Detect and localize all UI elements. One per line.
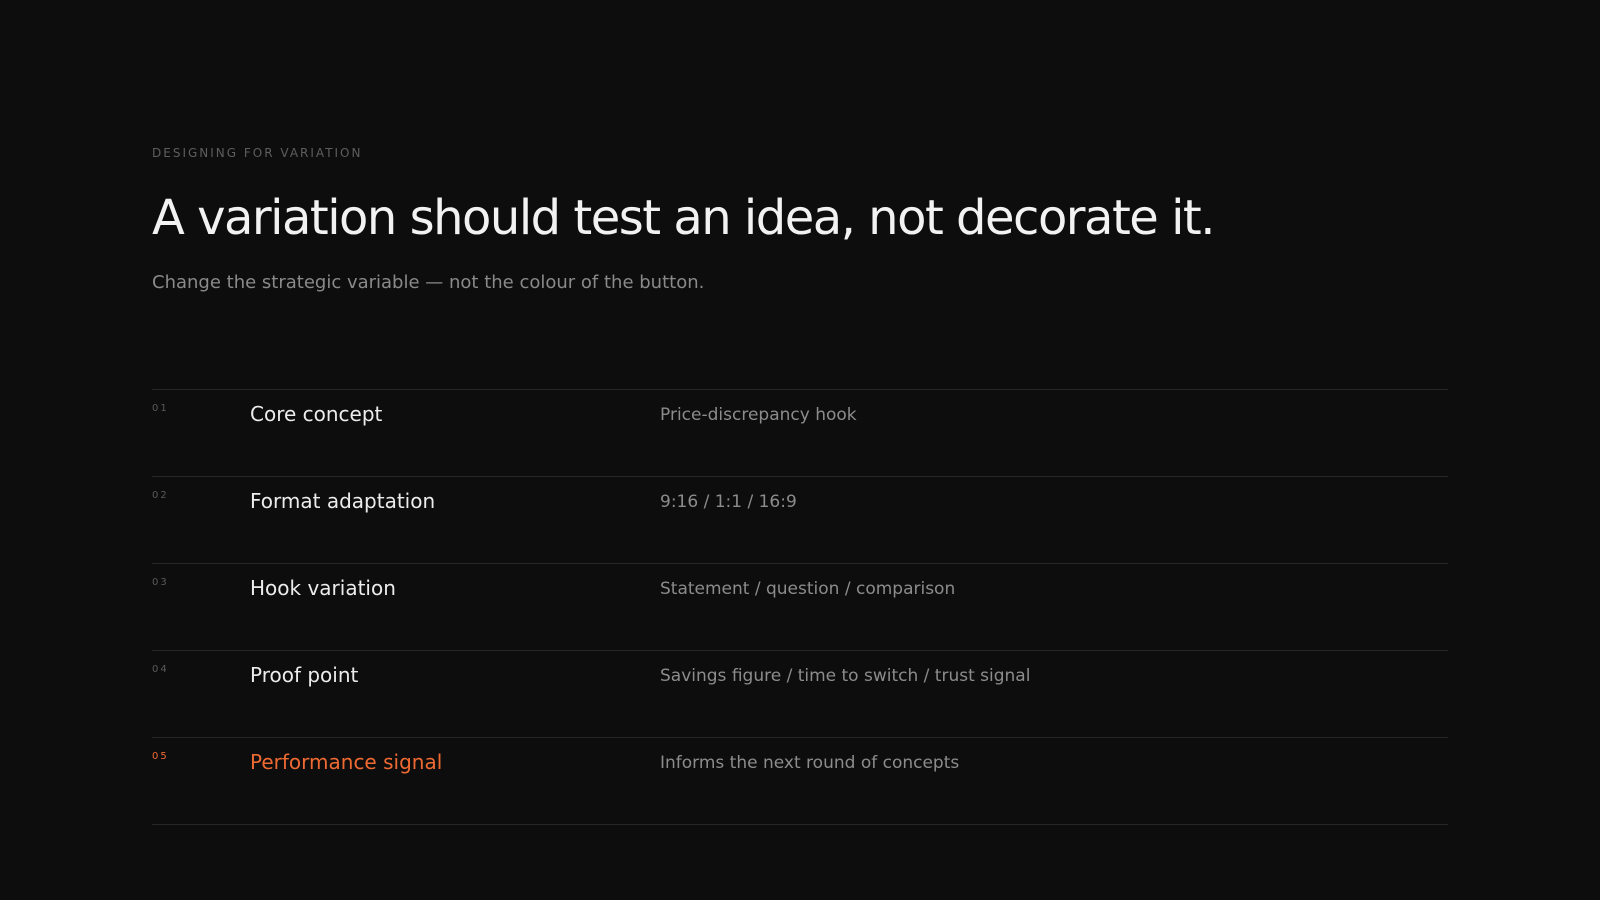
item-label: Proof point [250,663,359,687]
list-item-proof-point: 04 Proof point Savings figure / time to … [152,650,1448,737]
item-label: Core concept [250,402,383,426]
item-description: 9:16 / 1:1 / 16:9 [660,492,797,512]
list-item-core-concept: 01 Core concept Price-discrepancy hook [152,389,1448,476]
list-item-hook-variation: 03 Hook variation Statement / question /… [152,563,1448,650]
variation-list: 01 Core concept Price-discrepancy hook 0… [152,389,1448,825]
item-number: 01 [152,403,169,414]
item-number: 05 [152,751,169,762]
item-description: Informs the next round of concepts [660,753,960,773]
item-number: 04 [152,664,169,675]
item-description: Price-discrepancy hook [660,405,857,425]
item-number: 02 [152,490,169,501]
item-label: Format adaptation [250,489,436,513]
slide: DESIGNING FOR VARIATION A variation shou… [152,0,1448,900]
item-description: Statement / question / comparison [660,579,956,599]
item-label: Hook variation [250,576,396,600]
item-description: Savings figure / time to switch / trust … [660,666,1031,686]
headline: A variation should test an idea, not dec… [152,190,1215,246]
list-item-format-adaptation: 02 Format adaptation 9:16 / 1:1 / 16:9 [152,476,1448,563]
item-number: 03 [152,577,169,588]
list-item-performance-signal: 05 Performance signal Informs the next r… [152,737,1448,824]
eyebrow-label: DESIGNING FOR VARIATION [152,146,363,160]
item-label: Performance signal [250,750,443,774]
subheading: Change the strategic variable — not the … [152,272,705,293]
